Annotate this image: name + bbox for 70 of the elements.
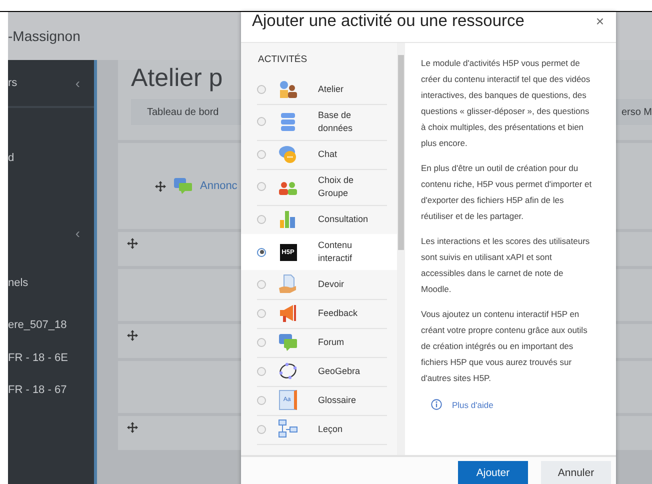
course-title: Atelier p [131, 64, 223, 93]
nav-item[interactable]: rs [8, 77, 18, 89]
breadcrumb-link[interactable]: Tableau de bord [147, 106, 219, 118]
help-paragraph: Le module d'activités H5P vous permet de créer du contenu interactif tel que des vidéos interactives, des banques de questions, des questions « glisser-déposer », des questions à choix multiples, des présentations et bien plus encore. [421, 57, 592, 150]
speech-bubbles-icon [278, 332, 298, 352]
move-icon[interactable] [127, 330, 138, 341]
breadcrumb-link[interactable]: erso M [621, 106, 652, 118]
radio-button[interactable] [257, 338, 266, 346]
section-heading: ACTIVITÉS [257, 52, 308, 67]
chat-icon [278, 144, 298, 164]
activity-option[interactable]: GeoGebra [241, 357, 397, 386]
activity-option[interactable]: Chat [241, 140, 397, 169]
chevron-icon[interactable]: ‹ [75, 75, 80, 91]
activity-label: Forum [318, 336, 346, 348]
add-button[interactable]: Ajouter [458, 461, 528, 484]
help-paragraph: En plus d'être un outil de création pour du contenu riche, H5P vous permet d'importer et d'exporter des fichiers H5P afin de les réutiliser et de les partager. [421, 162, 593, 223]
document-hand-icon [278, 274, 298, 294]
scrollbar[interactable] [397, 43, 405, 455]
cancel-button[interactable]: Annuler [541, 461, 611, 484]
move-icon[interactable] [155, 180, 166, 192]
nav-item[interactable]: nels [8, 277, 28, 289]
flowchart-icon [278, 419, 298, 439]
activity-label: Chat [318, 148, 338, 160]
radio-button[interactable] [257, 424, 266, 434]
activity-option[interactable]: Choix de Groupe [241, 169, 397, 205]
radio-button[interactable] [257, 248, 266, 256]
radio-button[interactable] [257, 214, 266, 224]
activity-label: Consultation [318, 212, 370, 226]
activity-label: Devoir [318, 278, 346, 290]
activity-option[interactable]: Leçon [241, 415, 397, 444]
bar-chart-icon [278, 209, 298, 229]
radio-button[interactable] [257, 150, 266, 158]
activity-option[interactable]: Base de données [241, 104, 397, 140]
database-icon [278, 112, 298, 132]
nav-item[interactable]: FR - 18 - 6E [8, 352, 68, 364]
activity-label: Glossaire [318, 394, 358, 406]
dialog-title: Ajouter une activité ou une ressource [252, 12, 524, 31]
radio-button[interactable] [257, 84, 266, 94]
radio-button[interactable] [257, 117, 266, 126]
nav-item[interactable]: d [8, 152, 14, 164]
site-title: -Massignon [8, 28, 80, 44]
radio-button[interactable] [257, 182, 266, 191]
activity-label: Leçon [318, 422, 344, 436]
radio-button[interactable] [257, 396, 266, 404]
people-icon [278, 79, 298, 99]
radio-button[interactable] [257, 280, 266, 288]
activity-option[interactable]: Devoir [241, 270, 397, 299]
nav-item[interactable]: ere_507_18 [8, 319, 67, 331]
forum-icon [174, 178, 192, 194]
radio-button[interactable] [257, 308, 266, 318]
activity-option[interactable]: Feedback [241, 299, 397, 328]
ellipse-points-icon [278, 361, 298, 381]
activity-option[interactable]: Atelier [241, 75, 397, 104]
help-paragraph: Vous ajoutez un contenu interactif H5P en créant votre propre contenu grâce aux outils de création intégrés ou en important des fichiers H5P que vous aurez trouvés sur d'autres sites H5P. [421, 308, 588, 385]
radio-button[interactable] [257, 366, 266, 376]
activity-label: Choix de Groupe [318, 174, 355, 200]
info-icon [431, 399, 442, 410]
chevron-icon[interactable]: ‹ [75, 225, 80, 241]
help-paragraph: Les interactions et les scores des utilisateurs sont suivis en utilisant xAPI et sont accessibles dans le carnet de note de Moodle. [421, 235, 591, 296]
help-link[interactable]: Plus d'aide [452, 400, 494, 410]
activity-option[interactable]: Forum [241, 328, 397, 357]
activity-label: Feedback [318, 306, 359, 320]
activity-label: Contenu interactif [318, 239, 354, 265]
move-icon[interactable] [127, 422, 138, 433]
move-icon[interactable] [127, 238, 138, 249]
activity-label: Atelier [318, 82, 345, 96]
activity-label: GeoGebra [318, 364, 362, 378]
activity-label: Base de données [318, 108, 354, 134]
megaphone-icon [278, 303, 298, 323]
nav-item[interactable]: FR - 18 - 67 [8, 384, 67, 396]
